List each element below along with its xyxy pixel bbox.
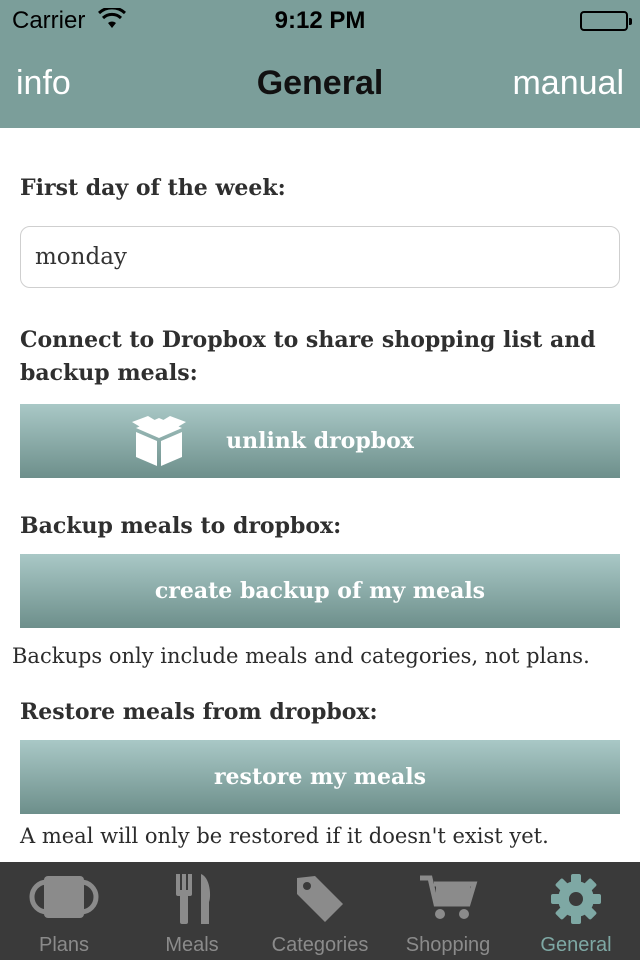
tab-plans[interactable]: Plans bbox=[0, 862, 128, 960]
plans-icon bbox=[0, 872, 128, 928]
first-day-label: First day of the week: bbox=[20, 175, 286, 201]
create-backup-label: create backup of my meals bbox=[154, 578, 486, 604]
unlink-dropbox-button[interactable]: unlink dropbox bbox=[20, 404, 620, 478]
create-backup-button[interactable]: create backup of my meals bbox=[20, 554, 620, 628]
restore-label: Restore meals from dropbox: bbox=[20, 699, 378, 725]
tab-categories-label: Categories bbox=[271, 934, 369, 956]
status-time: 9:12 PM bbox=[274, 7, 366, 34]
dropbox-label: Connect to Dropbox to share shopping lis… bbox=[20, 324, 596, 390]
restore-meals-label: restore my meals bbox=[213, 764, 427, 790]
tab-general[interactable]: General bbox=[512, 862, 640, 960]
restore-meals-button[interactable]: restore my meals bbox=[20, 740, 620, 814]
fork-knife-icon bbox=[128, 872, 256, 928]
battery-icon bbox=[580, 11, 632, 31]
tab-shopping-label: Shopping bbox=[405, 934, 491, 956]
tab-shopping[interactable]: Shopping bbox=[384, 862, 512, 960]
restore-note: A meal will only be restored if it doesn… bbox=[20, 824, 549, 848]
unlink-dropbox-label: unlink dropbox bbox=[226, 428, 414, 454]
first-day-field[interactable]: monday bbox=[20, 226, 620, 288]
dropbox-label-line2: backup meals: bbox=[20, 360, 198, 386]
top-bar: Carrier 9:12 PM info General manual bbox=[0, 0, 640, 128]
tab-categories[interactable]: Categories bbox=[256, 862, 384, 960]
manual-button[interactable]: manual bbox=[512, 64, 624, 103]
tag-icon bbox=[256, 872, 384, 928]
backup-note: Backups only include meals and categorie… bbox=[12, 644, 590, 668]
dropbox-icon bbox=[130, 414, 188, 468]
tab-general-label: General bbox=[540, 934, 612, 956]
dropbox-label-line1: Connect to Dropbox to share shopping lis… bbox=[20, 327, 596, 353]
cart-icon bbox=[384, 872, 512, 928]
status-bar: Carrier 9:12 PM bbox=[0, 0, 640, 40]
tab-meals[interactable]: Meals bbox=[128, 862, 256, 960]
navigation-bar: info General manual bbox=[0, 40, 640, 128]
tab-meals-label: Meals bbox=[165, 934, 219, 956]
backup-label: Backup meals to dropbox: bbox=[20, 513, 342, 539]
tab-plans-label: Plans bbox=[38, 934, 90, 956]
settings-content: First day of the week: monday Connect to… bbox=[0, 128, 640, 862]
gear-icon bbox=[512, 872, 640, 928]
tab-bar: Plans Meals Categories Shopping General bbox=[0, 862, 640, 960]
